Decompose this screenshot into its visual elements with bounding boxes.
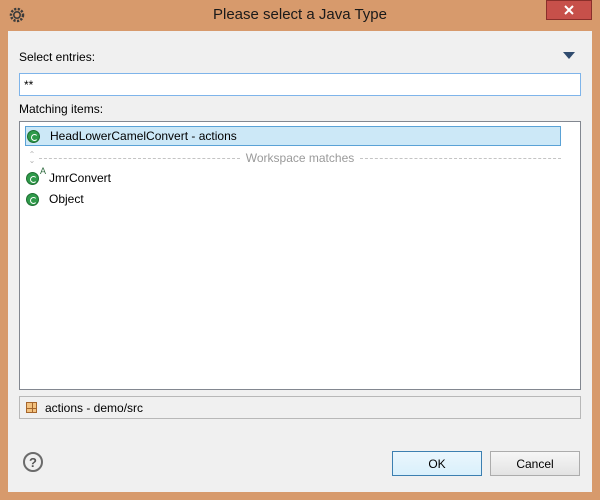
details-text: actions - demo/src xyxy=(45,400,144,415)
close-icon xyxy=(564,5,574,15)
dialog-window: Please select a Java Type Select entries… xyxy=(0,0,600,500)
workspace-matches-separator: ⌃ ⌄ Workspace matches xyxy=(25,151,561,165)
filter-input[interactable] xyxy=(19,73,581,96)
dialog-body: Select entries: Matching items: HeadLowe… xyxy=(8,31,592,492)
list-item-label: Object xyxy=(49,192,84,206)
select-entries-label: Select entries: xyxy=(19,50,96,64)
list-item[interactable]: HeadLowerCamelConvert - actions xyxy=(25,126,561,146)
separator-label: Workspace matches xyxy=(245,151,355,165)
abstract-badge: A xyxy=(40,166,47,176)
list-item[interactable]: Object xyxy=(25,189,84,209)
cancel-button[interactable]: Cancel xyxy=(490,451,580,476)
chevron-down-icon[interactable] xyxy=(563,52,575,59)
help-icon: ? xyxy=(29,454,37,470)
window-title: Please select a Java Type xyxy=(213,6,387,23)
list-item-label: HeadLowerCamelConvert - actions xyxy=(50,129,237,143)
matching-items-list[interactable]: HeadLowerCamelConvert - actions ⌃ ⌄ Works… xyxy=(19,121,581,390)
class-icon xyxy=(26,192,39,206)
ok-button[interactable]: OK xyxy=(392,451,482,476)
help-button[interactable]: ? xyxy=(23,452,43,472)
separator-line-right xyxy=(360,157,561,159)
list-item[interactable]: A JmrConvert xyxy=(25,166,112,188)
matching-items-label: Matching items: xyxy=(19,102,104,116)
collapse-chevron-icon[interactable]: ⌃ ⌄ xyxy=(25,151,39,165)
abstract-class-icon xyxy=(26,171,39,185)
class-icon xyxy=(27,129,40,143)
close-button[interactable] xyxy=(546,0,592,20)
list-item-label: JmrConvert xyxy=(49,171,112,185)
package-icon xyxy=(26,402,37,413)
separator-line-left xyxy=(39,157,240,159)
details-bar: actions - demo/src xyxy=(19,396,581,419)
title-bar[interactable]: Please select a Java Type xyxy=(0,0,600,31)
